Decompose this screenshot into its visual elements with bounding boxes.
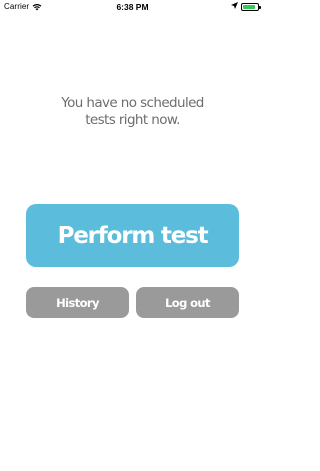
location-arrow-icon: [231, 2, 238, 11]
battery-icon: [241, 2, 261, 11]
status-time: 6:38 PM: [116, 2, 149, 12]
perform-test-button[interactable]: Perform test: [26, 204, 239, 267]
history-button[interactable]: History: [26, 287, 129, 318]
status-right: [231, 2, 261, 11]
log-out-button[interactable]: Log out: [136, 287, 239, 318]
battery-level: [243, 4, 255, 9]
app-screen: Carrier 6:38 PM You have no scheduled te…: [0, 0, 265, 471]
no-tests-message: You have no scheduled tests right now.: [61, 95, 204, 128]
status-bar: Carrier 6:38 PM: [0, 0, 265, 14]
